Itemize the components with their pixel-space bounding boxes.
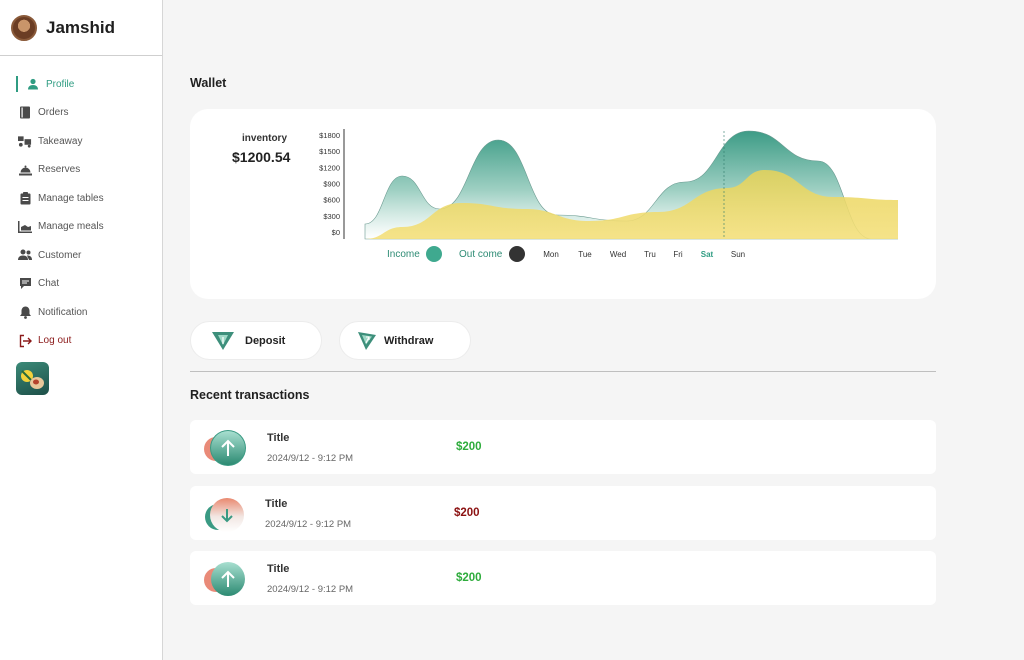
legend-income-label: Income <box>387 249 420 260</box>
transaction-date: 2024/9/12 - 9:12 PM <box>265 519 352 530</box>
section-divider <box>190 371 936 372</box>
day-tab-tue[interactable]: Tue <box>578 250 592 259</box>
avatar[interactable] <box>11 14 37 41</box>
logout-icon <box>18 334 32 348</box>
legend-outcome-label: Out come <box>459 249 503 260</box>
notification-bell-icon <box>18 305 32 319</box>
sidebar-item-label: Manage tables <box>38 192 104 204</box>
withdraw-icon <box>356 330 380 352</box>
y-tick-label: $600 <box>323 196 340 205</box>
day-tab-sun[interactable]: Sun <box>731 250 745 259</box>
sidebar-item-logout[interactable]: Log out <box>0 327 162 356</box>
sidebar-item-chat[interactable]: Chat <box>0 270 162 299</box>
wallet-card: inventory $1200.54 $1800 $1500 $1200 $900 $6… <box>190 109 936 299</box>
y-tick-label: $1200 <box>319 163 340 172</box>
y-tick-label: $300 <box>323 212 340 221</box>
outgoing-arrow-icon <box>203 495 247 533</box>
transactions-title: Recent transactions <box>190 388 310 402</box>
sidebar-item-label: Profile <box>46 78 75 90</box>
transaction-amount: $200 <box>456 441 482 453</box>
sidebar-item-label: Log out <box>38 335 72 347</box>
transaction-title: Title <box>267 432 290 444</box>
user-icon <box>26 77 40 91</box>
sidebar-item-manage-meals[interactable]: Manage meals <box>0 213 162 242</box>
wallet-chart: $1800 $1500 $1200 $900 $600 $300 $0 Income Out… <box>319 129 898 262</box>
day-tab-mon[interactable]: Mon <box>543 250 559 259</box>
sidebar-nav: Profile Orders Takeaway Reserves Manage … <box>0 56 162 355</box>
deposit-label: Deposit <box>245 334 286 347</box>
day-tab-fri[interactable]: Fri <box>673 250 683 259</box>
sidebar-item-label: Customer <box>38 249 82 261</box>
wallet-title: Wallet <box>190 76 227 90</box>
day-tab-sat[interactable]: Sat <box>701 250 714 259</box>
sidebar: Jamshid Profile Orders Takeaway Reserves… <box>0 0 163 660</box>
meals-icon <box>18 220 32 234</box>
sidebar-item-label: Reserves <box>38 164 81 176</box>
y-tick-label: $900 <box>323 180 340 189</box>
sidebar-item-notification[interactable]: Notification <box>0 298 162 327</box>
legend-income-swatch[interactable] <box>426 246 442 262</box>
deposit-icon <box>211 330 235 352</box>
app-logo[interactable] <box>16 362 49 395</box>
day-tab-tru[interactable]: Tru <box>644 250 656 259</box>
withdraw-label: Withdraw <box>384 334 434 347</box>
sidebar-item-orders[interactable]: Orders <box>0 99 162 128</box>
legend-outcome-swatch[interactable] <box>509 246 525 262</box>
transaction-title: Title <box>267 563 290 575</box>
sidebar-header: Jamshid <box>0 0 162 56</box>
sidebar-item-takeaway[interactable]: Takeaway <box>0 127 162 156</box>
takeaway-icon <box>18 134 32 148</box>
chat-icon <box>18 277 32 291</box>
income-arrow-icon <box>203 560 247 598</box>
y-tick-label: $1800 <box>319 131 340 140</box>
transaction-date: 2024/9/12 - 9:12 PM <box>267 584 354 595</box>
sidebar-item-label: Notification <box>38 306 88 318</box>
transaction-title: Title <box>265 498 288 510</box>
book-icon <box>18 106 32 120</box>
transaction-amount: $200 <box>456 572 482 584</box>
sidebar-item-label: Chat <box>38 278 60 290</box>
y-tick-label: $0 <box>332 228 340 237</box>
sidebar-item-manage-tables[interactable]: Manage tables <box>0 184 162 213</box>
income-arrow-icon <box>203 429 247 467</box>
day-tab-wed[interactable]: Wed <box>610 250 626 259</box>
sidebar-item-reserves[interactable]: Reserves <box>0 156 162 185</box>
users-icon <box>18 248 32 262</box>
sidebar-item-label: Takeaway <box>38 135 83 147</box>
transaction-row[interactable]: Title 2024/9/12 - 9:12 PM $200 <box>190 486 936 540</box>
bell-tray-icon <box>18 163 32 177</box>
username: Jamshid <box>46 17 115 37</box>
sidebar-item-label: Orders <box>38 107 69 119</box>
withdraw-button[interactable]: Withdraw <box>339 321 471 360</box>
sidebar-item-customer[interactable]: Customer <box>0 241 162 270</box>
transaction-row[interactable]: Title 2024/9/12 - 9:12 PM $200 <box>190 551 936 605</box>
transaction-amount: $200 <box>454 507 480 519</box>
deposit-button[interactable]: Deposit <box>190 321 322 360</box>
transaction-row[interactable]: Title 2024/9/12 - 9:12 PM $200 <box>190 420 936 474</box>
y-tick-label: $1500 <box>319 147 340 156</box>
transaction-date: 2024/9/12 - 9:12 PM <box>267 453 354 464</box>
sidebar-item-label: Manage meals <box>38 221 104 233</box>
clipboard-icon <box>18 191 32 205</box>
sidebar-item-profile[interactable]: Profile <box>0 70 162 99</box>
